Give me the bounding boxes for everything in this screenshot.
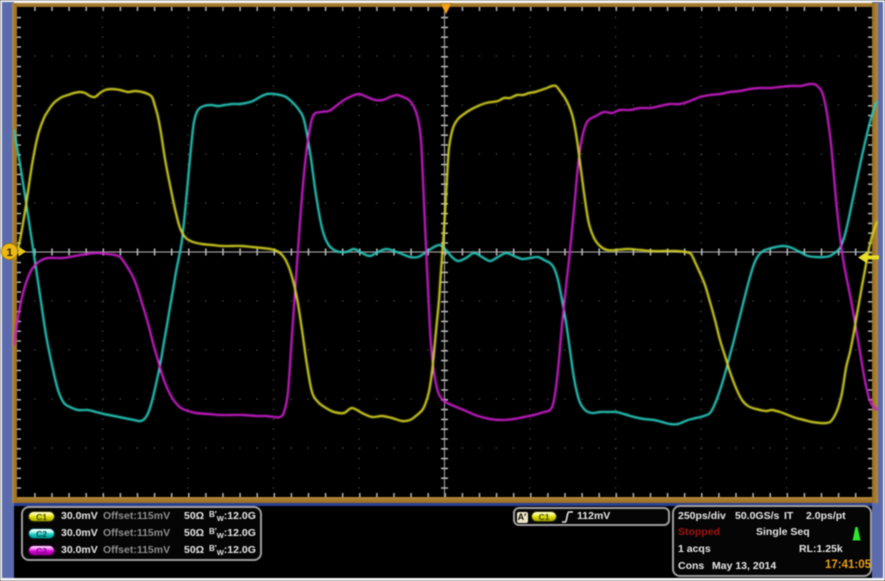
svg-text:1: 1 bbox=[6, 247, 12, 259]
